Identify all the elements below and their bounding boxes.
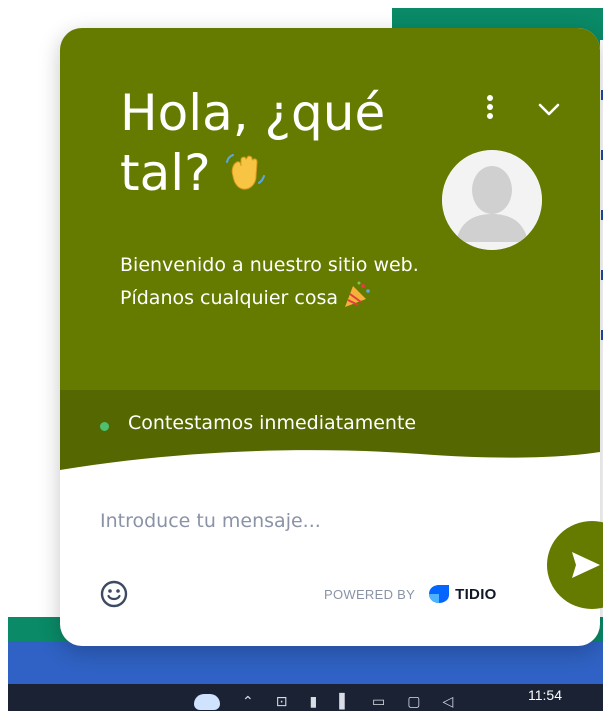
greeting-title-line2-row: tal? <box>120 143 440 203</box>
greeting-title-line1: Hola, ¿qué <box>120 84 386 142</box>
cloud-icon[interactable] <box>194 694 220 710</box>
vertical-dots-icon <box>487 95 493 119</box>
chat-header: Hola, ¿qué tal? Bienvenido a nuestro sit… <box>60 28 600 390</box>
screen: ⌃ ⊡ ▮ ▌ ▭ ▢ ◁ 11:54 Hola, ¿qué tal? Bien… <box>0 0 603 711</box>
tidio-brand-name: TIDIO <box>455 585 497 603</box>
chevron-up-icon[interactable]: ⌃ <box>242 694 254 710</box>
system-tray: ⌃ ⊡ ▮ ▌ ▭ ▢ ◁ <box>194 694 453 710</box>
greeting-subtitle: Bienvenido a nuestro sitio web. Pídanos … <box>120 250 420 313</box>
message-input[interactable] <box>98 502 502 540</box>
chevron-down-icon <box>538 103 560 116</box>
greeting-subtitle-text: Bienvenido a nuestro sitio web. Pídanos … <box>120 254 419 309</box>
powered-by-link[interactable]: POWERED BY TIDIO <box>324 584 497 604</box>
greeting-title: Hola, ¿qué tal? <box>120 83 440 203</box>
header-wave-divider <box>60 450 600 482</box>
minimize-button[interactable] <box>534 96 564 124</box>
status-text: Contestamos inmediatamente <box>128 412 417 434</box>
network-icon[interactable]: ▭ <box>372 694 385 710</box>
battery-icon[interactable]: ▌ <box>339 694 350 710</box>
greeting-title-line2: tal? <box>120 144 211 202</box>
taskbar-clock[interactable]: 11:54 <box>528 687 562 703</box>
party-popper-icon <box>345 281 370 307</box>
options-menu-button[interactable] <box>478 90 502 124</box>
taskbar: ⌃ ⊡ ▮ ▌ ▭ ▢ ◁ 11:54 <box>8 684 603 711</box>
default-user-avatar <box>442 150 542 250</box>
usb-icon[interactable]: ▮ <box>309 694 317 710</box>
waving-hand-icon <box>225 154 265 190</box>
camera-icon[interactable]: ⊡ <box>276 694 288 710</box>
smiley-icon[interactable] <box>100 580 128 608</box>
background-page-footer <box>8 641 603 684</box>
powered-by-label: POWERED BY <box>324 586 416 602</box>
online-status-dot <box>100 422 109 431</box>
tidio-logo-icon <box>429 585 450 603</box>
send-arrow-icon <box>572 552 600 578</box>
display-icon[interactable]: ▢ <box>407 694 420 710</box>
chat-widget: Hola, ¿qué tal? Bienvenido a nuestro sit… <box>60 28 600 646</box>
speaker-icon[interactable]: ◁ <box>442 694 453 710</box>
agent-avatar <box>442 150 542 250</box>
